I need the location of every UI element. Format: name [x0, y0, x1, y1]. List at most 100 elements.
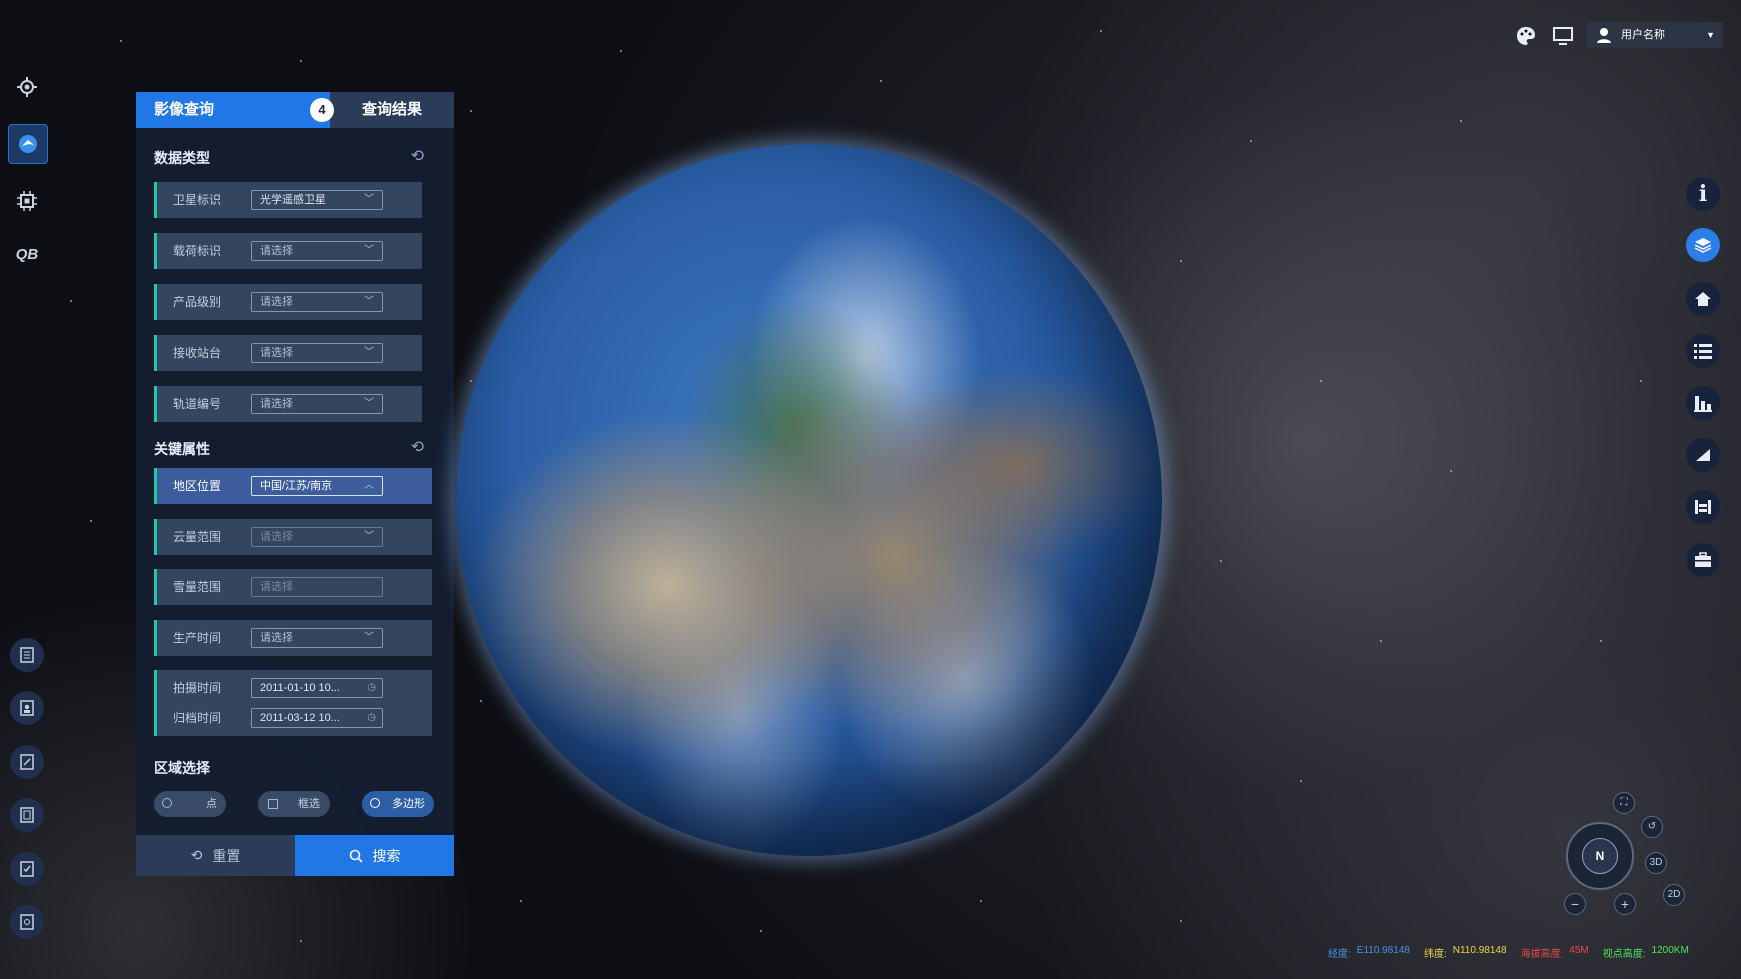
production-time-row: 生产时间 请选择 ﹀	[154, 620, 432, 656]
payload-id-select[interactable]: 请选择 ﹀	[251, 241, 383, 261]
region-location-row: 地区位置 中国/江苏/南京 ︿	[154, 468, 432, 504]
row-label: 雪量范围	[173, 580, 222, 594]
tab-toggle-badge[interactable]: 4	[310, 98, 334, 122]
chevron-down-icon: ﹀	[364, 632, 374, 643]
cloud-range-row: 云量范围 请选择 ﹀	[154, 519, 432, 555]
row-label: 产品级别	[173, 295, 222, 309]
image-query-panel: 影像查询 查询结果 4 数据类型 ⟲ 卫星标识 光学遥感卫星 ﹀ 载荷标识 请选择…	[136, 92, 454, 876]
fullscreen-icon[interactable]: ⛶	[1613, 792, 1635, 814]
clock-icon: ◷	[367, 682, 376, 693]
row-label: 地区位置	[173, 479, 222, 493]
refresh-icon[interactable]: ⟲	[411, 437, 424, 457]
chevron-down-icon: ﹀	[364, 245, 374, 256]
status-bar: 经度: E110.98148 纬度: N110.98148 海拔高度: 45M …	[1328, 945, 1689, 960]
row-label: 云量范围	[173, 530, 222, 544]
row-label: 卫星标识	[173, 193, 222, 207]
chevron-down-icon: ﹀	[364, 296, 374, 307]
receiving-station-select[interactable]: 请选择 ﹀	[251, 343, 383, 363]
region-option-box[interactable]: 框选	[258, 791, 330, 817]
monitor-icon[interactable]	[1551, 24, 1575, 48]
user-icon	[1597, 28, 1611, 43]
reset-view-icon[interactable]: ↺	[1641, 816, 1663, 838]
document-list-icon[interactable]	[10, 638, 44, 672]
user-menu[interactable]: 用户名称 ▼	[1587, 22, 1723, 48]
latitude-value: N110.98148	[1452, 945, 1507, 956]
bar-chart-icon[interactable]	[1686, 386, 1720, 420]
snow-range-row: 雪量范围 请选择	[154, 569, 432, 605]
archive-time-picker[interactable]: 2011-03-12 10... ◷	[251, 708, 383, 728]
chevron-down-icon: ﹀	[364, 347, 374, 358]
panel-tabs: 影像查询 查询结果	[136, 92, 454, 128]
row-label: 轨道编号	[173, 397, 222, 411]
chevron-down-icon: ﹀	[364, 194, 374, 205]
earth-globe-viewer[interactable]	[456, 144, 1162, 856]
refresh-icon[interactable]: ⟲	[411, 146, 424, 166]
caret-down-icon: ▼	[1706, 30, 1715, 40]
latitude-label: 纬度:	[1423, 949, 1447, 960]
altitude-label: 海拔高度:	[1520, 949, 1564, 960]
zoom-in-icon[interactable]: +	[1614, 893, 1636, 915]
toolbox-icon[interactable]	[1686, 543, 1720, 577]
product-level-select[interactable]: 请选择 ﹀	[251, 292, 383, 312]
row-label: 生产时间	[173, 631, 222, 645]
view-3d-button[interactable]: 3D	[1645, 852, 1667, 874]
view-height-value: 1200KM	[1651, 945, 1689, 956]
region-option-polygon[interactable]: 多边形	[362, 791, 434, 817]
processor-icon[interactable]	[14, 188, 40, 214]
tab-image-query[interactable]: 影像查询	[136, 92, 330, 128]
key-attributes-title: 关键属性	[154, 441, 210, 457]
info-icon[interactable]: i	[1686, 177, 1720, 211]
view-2d-button[interactable]: 2D	[1663, 884, 1685, 906]
time-range-group: 拍摄时间 2011-01-10 10... ◷ 归档时间 2011-03-12 1…	[154, 670, 432, 736]
satellite-id-row: 卫星标识 光学遥感卫星 ﹀	[154, 182, 422, 218]
chevron-down-icon: ﹀	[364, 398, 374, 409]
view-height-label: 视点高度:	[1602, 949, 1646, 960]
row-label: 接收站台	[173, 346, 222, 360]
longitude-value: E110.98148	[1356, 945, 1410, 956]
checklist-document-icon[interactable]	[10, 852, 44, 886]
region-location-select[interactable]: 中国/江苏/南京 ︿	[251, 476, 383, 496]
shoot-time-picker[interactable]: 2011-01-10 10... ◷	[251, 678, 383, 698]
satellite-id-select[interactable]: 光学遥感卫星 ﹀	[251, 190, 383, 210]
list-icon[interactable]	[1686, 334, 1720, 368]
compass-control[interactable]: N	[1566, 822, 1634, 890]
report-document-icon[interactable]	[10, 798, 44, 832]
zoom-out-icon[interactable]: −	[1564, 893, 1586, 915]
qb-label[interactable]: QB	[14, 241, 40, 267]
user-name: 用户名称	[1621, 29, 1665, 41]
orbit-number-select[interactable]: 请选择 ﹀	[251, 394, 383, 414]
region-select-title: 区域选择	[154, 760, 210, 776]
home-icon[interactable]	[1686, 282, 1720, 316]
production-time-select[interactable]: 请选择 ﹀	[251, 628, 383, 648]
satellite-image-icon[interactable]	[8, 124, 48, 164]
edit-document-icon[interactable]	[10, 745, 44, 779]
product-level-row: 产品级别 请选择 ﹀	[154, 284, 422, 320]
snow-range-input[interactable]: 请选择	[251, 577, 383, 597]
radio-icon	[162, 798, 172, 808]
data-type-title: 数据类型	[154, 150, 210, 166]
reset-button[interactable]: ⟲ 重置	[136, 835, 295, 876]
row-label: 载荷标识	[173, 244, 222, 258]
search-button[interactable]: 搜索	[295, 835, 454, 876]
archive-time-label: 归档时间	[173, 711, 222, 725]
measure-icon[interactable]	[1686, 438, 1720, 472]
analysis-icon[interactable]	[1686, 490, 1720, 524]
chevron-down-icon: ﹀	[364, 531, 374, 542]
tab-query-results[interactable]: 查询结果	[330, 92, 454, 128]
chevron-up-icon: ︿	[364, 480, 374, 491]
search-document-icon[interactable]	[10, 905, 44, 939]
user-document-icon[interactable]	[10, 691, 44, 725]
longitude-label: 经度:	[1328, 949, 1351, 960]
north-indicator: N	[1582, 838, 1618, 874]
cloud-range-select[interactable]: 请选择 ﹀	[251, 527, 383, 547]
palette-icon[interactable]	[1514, 24, 1538, 48]
region-option-point[interactable]: 点	[154, 791, 226, 817]
radio-selected-icon	[370, 798, 380, 808]
receiving-station-row: 接收站台 请选择 ﹀	[154, 335, 422, 371]
locate-icon[interactable]	[14, 74, 40, 100]
search-icon	[349, 849, 363, 863]
checkbox-icon	[268, 799, 278, 809]
altitude-value: 45M	[1569, 945, 1589, 956]
orbit-number-row: 轨道编号 请选择 ﹀	[154, 386, 422, 422]
layers-icon[interactable]	[1686, 228, 1720, 262]
